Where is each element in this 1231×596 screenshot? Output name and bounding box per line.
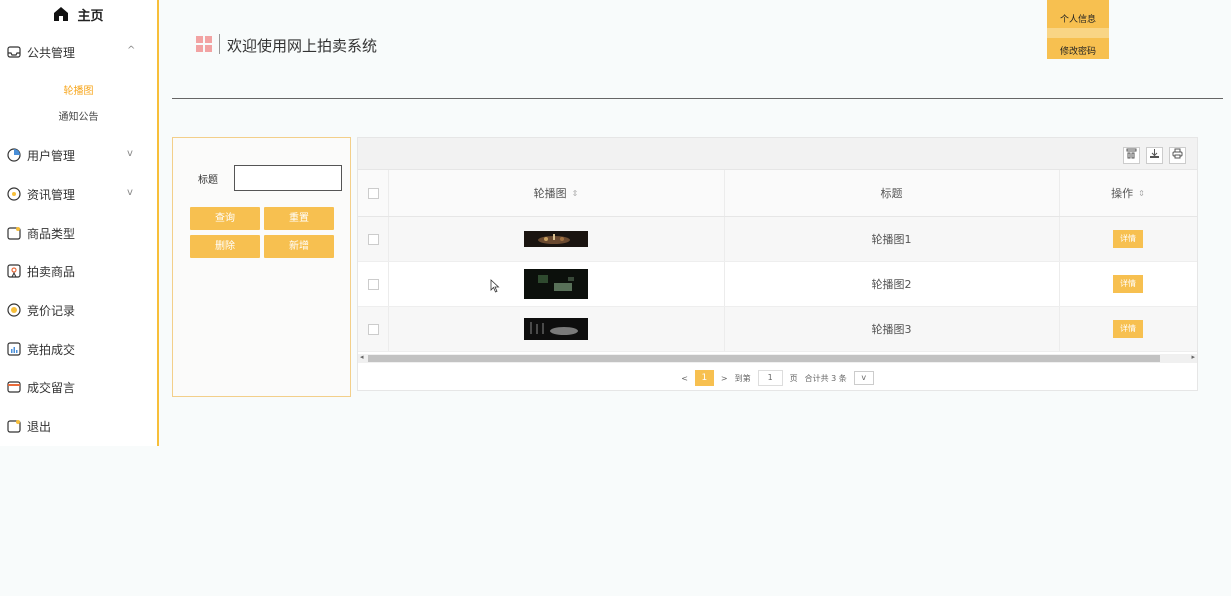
- query-button[interactable]: 查询: [190, 207, 260, 230]
- sort-icon: ⇕: [571, 188, 579, 198]
- chevron-up-icon: ^: [127, 45, 136, 56]
- row-title: 轮播图2: [871, 278, 912, 291]
- current-page[interactable]: 1: [694, 370, 714, 386]
- sidebar-item-label: 商品类型: [27, 226, 76, 241]
- sidebar-item-category[interactable]: 商品类型: [0, 221, 157, 245]
- column-header-label: 标题: [880, 187, 903, 200]
- header-divider: [219, 34, 220, 54]
- row-checkbox[interactable]: [367, 278, 379, 290]
- chevron-down-icon: v: [127, 148, 133, 159]
- inbox-icon: [6, 45, 21, 60]
- table-row[interactable]: 轮播图2 详情: [358, 262, 1197, 307]
- total-count: 合计共 3 条: [804, 373, 847, 383]
- table-toolbar: [358, 138, 1197, 170]
- sidebar-home[interactable]: 主页: [0, 0, 157, 28]
- sidebar-subitem-notice[interactable]: 通知公告: [0, 108, 157, 123]
- page-size-select[interactable]: v: [853, 371, 874, 385]
- goto-label: 到第: [734, 373, 751, 383]
- header-rule: [172, 98, 1223, 99]
- column-header-label: 操作: [1111, 187, 1134, 200]
- sidebar-item-label: 退出: [27, 419, 52, 434]
- detail-button[interactable]: 详情: [1113, 230, 1143, 248]
- scrollbar-thumb[interactable]: [368, 355, 1160, 362]
- card-icon: [6, 380, 21, 395]
- page-title: 欢迎使用网上拍卖系统: [227, 37, 378, 55]
- chevron-down-icon: v: [127, 187, 133, 198]
- change-password-link[interactable]: 修改密码: [1047, 44, 1109, 57]
- sidebar-subitem-carousel[interactable]: 轮播图: [0, 82, 157, 97]
- sidebar-item-bids[interactable]: 竞价记录: [0, 298, 157, 322]
- horizontal-scrollbar[interactable]: ◂ ▸: [358, 353, 1197, 363]
- sidebar-item-public[interactable]: 公共管理 ^: [0, 40, 157, 64]
- grid-icon: [196, 36, 212, 52]
- column-header-title: 标题: [724, 170, 1059, 216]
- logout-icon: [6, 419, 21, 434]
- select-all-checkbox[interactable]: [367, 187, 379, 199]
- reset-button[interactable]: 重置: [264, 207, 334, 230]
- row-checkbox[interactable]: [367, 323, 379, 335]
- sidebar-item-label: 成交留言: [27, 380, 76, 395]
- home-icon: [54, 7, 69, 21]
- goto-page-input[interactable]: 1: [757, 370, 783, 386]
- sidebar-item-news[interactable]: 资讯管理 v: [0, 182, 157, 206]
- column-header-action[interactable]: 操作 ⇕: [1059, 170, 1197, 216]
- sidebar-home-label: 主页: [77, 8, 104, 24]
- scroll-right-icon[interactable]: ▸: [1191, 353, 1195, 361]
- add-button[interactable]: 新增: [264, 235, 334, 258]
- sidebar-item-deals[interactable]: 竞拍成交: [0, 337, 157, 361]
- title-search-input[interactable]: [234, 165, 342, 191]
- carousel-thumbnail: [524, 318, 588, 340]
- sidebar-item-logout[interactable]: 退出: [0, 414, 157, 438]
- table-row[interactable]: 轮播图3 详情: [358, 307, 1197, 352]
- row-title: 轮播图1: [871, 233, 912, 246]
- column-header-label: 轮播图: [533, 187, 567, 200]
- detail-button[interactable]: 详情: [1113, 275, 1143, 293]
- next-page-button[interactable]: >: [721, 374, 728, 383]
- table-panel: 轮播图 ⇕ 标题 操作 ⇕ 轮播图1 详情 轮播图2 详情 轮播图3 详情 ◂ …: [357, 137, 1198, 391]
- folder-icon: [6, 226, 21, 241]
- table-header: 轮播图 ⇕ 标题 操作 ⇕: [358, 170, 1197, 217]
- user-menu-divider: [1047, 28, 1109, 38]
- carousel-thumbnail: [524, 231, 588, 247]
- sidebar-item-label: 用户管理: [27, 148, 76, 163]
- row-title: 轮播图3: [871, 323, 912, 336]
- column-header-carousel[interactable]: 轮播图 ⇕: [388, 170, 724, 216]
- print-icon[interactable]: [1169, 147, 1186, 164]
- coin-icon: [6, 303, 21, 318]
- delete-button[interactable]: 删除: [190, 235, 260, 258]
- sidebar-item-label: 资讯管理: [27, 187, 76, 202]
- sidebar-item-label: 竞价记录: [27, 303, 76, 318]
- row-checkbox[interactable]: [367, 233, 379, 245]
- sort-icon: ⇕: [1138, 188, 1145, 198]
- user-menu: 个人信息 修改密码: [1047, 0, 1109, 59]
- detail-button[interactable]: 详情: [1113, 320, 1143, 338]
- sidebar-item-label: 拍卖商品: [27, 264, 76, 279]
- carousel-thumbnail: [524, 269, 588, 299]
- pie-icon: [6, 148, 21, 163]
- prev-page-button[interactable]: <: [681, 374, 688, 383]
- sidebar-item-auction-goods[interactable]: 拍卖商品: [0, 259, 157, 283]
- columns-filter-icon[interactable]: [1123, 147, 1140, 164]
- sidebar-item-users[interactable]: 用户管理 v: [0, 143, 157, 167]
- export-icon[interactable]: [1146, 147, 1163, 164]
- pagination: < 1 > 到第 1 页 合计共 3 条 v: [358, 366, 1197, 390]
- page-unit-label: 页: [789, 373, 798, 383]
- sidebar: 主页 公共管理 ^ 轮播图 通知公告 用户管理 v 资讯管理 v 商品类型 拍卖…: [0, 0, 159, 446]
- title-label: 标题: [198, 175, 218, 186]
- sidebar-item-label: 公共管理: [27, 45, 76, 60]
- sidebar-item-messages[interactable]: 成交留言: [0, 375, 157, 399]
- table-row[interactable]: 轮播图1 详情: [358, 217, 1197, 262]
- bar-chart-icon: [6, 342, 21, 357]
- profile-link[interactable]: 个人信息: [1047, 12, 1109, 25]
- news-icon: [6, 187, 21, 202]
- sidebar-item-label: 竞拍成交: [27, 342, 76, 357]
- badge-icon: [6, 264, 21, 279]
- search-panel: 标题 查询 重置 删除 新增: [172, 137, 351, 397]
- scroll-left-icon[interactable]: ◂: [360, 353, 364, 361]
- mouse-cursor-icon: [490, 279, 500, 293]
